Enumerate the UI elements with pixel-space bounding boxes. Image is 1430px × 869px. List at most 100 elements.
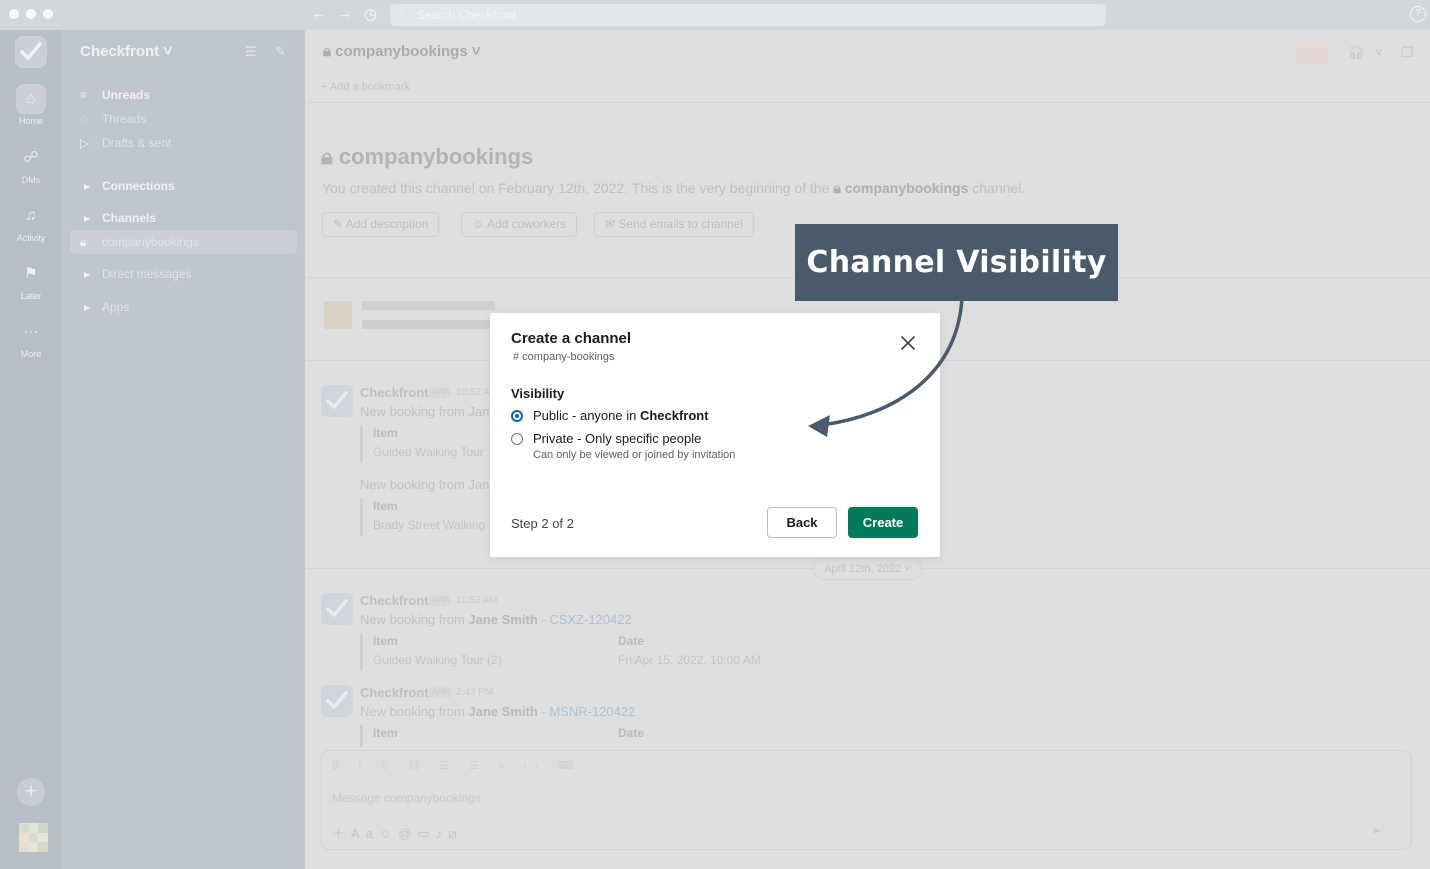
callout-label: Channel Visibility [806,245,1107,280]
modal-channel-name: # company-bookings [513,351,615,363]
message-time[interactable]: 11:53 AM [456,595,498,606]
sidebar-section-channels[interactable]: ▶ Channels [80,207,156,229]
add-bookmark-link[interactable]: + Add a bookmark [321,81,410,93]
intro-suffix: channel. [972,180,1026,196]
private-radio[interactable] [511,432,523,445]
member-avatars[interactable] [1295,42,1329,64]
date-header: Date [618,634,645,648]
visibility-option-public[interactable]: Public - anyone in Checkfront [511,408,709,423]
shortcut-icon[interactable]: ⧄ [448,826,462,841]
create-button[interactable]: Create [848,507,918,538]
send-icon[interactable]: ➤ [1370,823,1381,839]
window-close-dot[interactable] [9,9,19,19]
checkfront-avatar [321,593,353,625]
channel-intro-text: You created this channel on February 12t… [322,180,1025,197]
lock-icon: 🔒︎ [833,180,841,196]
compose-icon[interactable]: ✎ [275,44,286,60]
back-button[interactable]: Back [767,507,837,538]
sidebar-item-unreads[interactable]: ≡ Unreads [80,84,150,106]
channel-intro-title: 🔒︎ companybookings [321,144,533,170]
section-label: Connections [102,179,175,193]
message-time[interactable]: 2:43 PM [456,687,493,698]
canvas-icon[interactable]: ❐ [1401,44,1414,61]
sidebar-section-direct-messages[interactable]: ▶ Direct messages [80,263,191,285]
workspace-logo[interactable] [15,36,47,68]
public-option-label: Public - anyone in Checkfront [533,408,709,423]
rail-later[interactable]: ⚑ Later [0,259,62,301]
private-option-hint: Can only be viewed or joined by invitati… [533,449,736,461]
send-icon: ▷ [80,136,90,150]
rail-dms-label: DMs [21,175,41,185]
caret-right-icon: ▶ [84,181,91,191]
visibility-option-private[interactable]: Private - Only specific people [511,431,701,446]
user-avatar[interactable] [19,823,48,852]
attachment-bar [360,725,363,747]
message-input[interactable]: Message companybookings [332,791,481,805]
booker-name: Jane Smith [468,704,538,719]
add-coworkers-button[interactable]: ☺ Add coworkers [461,212,578,237]
sidebar-item-label: Threads [102,112,147,126]
composer-actions[interactable]: ＋Aa☺@▭♪⧄ [332,823,462,842]
item-header: Item [373,726,398,740]
message-sender[interactable]: Checkfront [360,385,429,400]
sidebar-item-label: Unreads [102,88,151,102]
rail-later-label: Later [20,291,42,301]
message-sender[interactable]: Checkfront [360,593,429,608]
callout-arrow-icon [808,295,964,437]
channel-sidebar: Checkfront ˅ ☰ ✎ ≡ Unreads ◌ Threads ▷ D… [62,30,305,869]
date-divider[interactable]: April 12th, 2022 ˅ [813,558,922,580]
rail-activity[interactable]: ♫ Activity [0,201,62,243]
date-value: Fri Apr 15, 2022, 10:00 AM [618,653,761,667]
message-text: New booking from Jane [360,477,497,492]
message-sender[interactable]: Checkfront [360,685,429,700]
emoji-icon[interactable]: ☺ [379,826,398,841]
video-icon[interactable]: ▭ [417,826,435,841]
history-icon[interactable]: ◷ [364,5,377,23]
search-bar[interactable]: ⌕ Search Checkfront [390,4,1106,26]
send-emails-button[interactable]: ✉ Send emails to channel [594,212,755,237]
headphones-icon[interactable]: 🎧︎ [1347,44,1365,61]
home-icon: ⌂ [26,90,36,107]
rail-home[interactable]: ⌂ Home [0,84,62,126]
threads-icon: ◌ [80,112,88,126]
text-format-icon[interactable]: Aa [351,826,379,841]
caret-right-icon: ▶ [84,213,91,223]
booking-code-link[interactable]: MSNR-120422 [549,704,635,719]
app-badge: APP [429,595,452,606]
add-description-button[interactable]: ✎ Add description [322,212,440,237]
rail-more[interactable]: ··· More [0,317,62,359]
button-label: Add coworkers [486,217,567,231]
add-workspace-button[interactable]: + [17,778,45,806]
lock-icon: 🔒︎ [80,234,87,249]
workspace-name[interactable]: Checkfront ˅ [80,43,172,60]
sidebar-item-threads[interactable]: ◌ Threads [80,108,146,130]
public-radio[interactable] [511,409,523,422]
sidebar-item-drafts[interactable]: ▷ Drafts & sent [80,132,171,154]
button-label: Add description [345,217,429,231]
sidebar-section-apps[interactable]: ▶ Apps [80,296,129,318]
chevron-down-icon[interactable]: ˅ [1375,44,1383,60]
window-minimize-dot[interactable] [26,9,36,19]
channel-header-title[interactable]: 🔒︎ companybookings ˅ [323,43,481,60]
formatting-toolbar[interactable]: B I S ⛓ ☰ ☰ ≡ ‹› ⌨ [332,759,582,772]
button-label: Send emails to channel [618,217,744,231]
item-value: Guided Walking Tour (2) [373,653,502,667]
filter-icon[interactable]: ☰ [245,44,257,60]
item-value: Brady Street Walking [373,518,486,532]
mention-icon[interactable]: @ [398,826,417,841]
item-header: Item [373,426,398,440]
checkfront-avatar [321,685,353,717]
window-maximize-dot[interactable] [43,9,53,19]
help-icon[interactable]: ? [1410,6,1426,22]
plus-icon[interactable]: ＋ [332,826,351,841]
microphone-icon[interactable]: ♪ [436,826,449,841]
back-arrow-icon[interactable]: ← [311,5,326,22]
section-label: Apps [102,300,130,314]
forward-arrow-icon[interactable]: → [337,5,352,22]
sidebar-item-companybookings[interactable]: 🔒︎ companybookings [80,231,199,253]
sidebar-section-connections[interactable]: ▶ Connections [80,175,175,197]
rail-dms[interactable]: ☍ DMs [0,143,62,185]
booking-code-link[interactable]: CSXZ-120422 [549,612,631,627]
search-placeholder: Search Checkfront [417,8,517,22]
intro-channel-ref: companybookings [844,180,969,196]
